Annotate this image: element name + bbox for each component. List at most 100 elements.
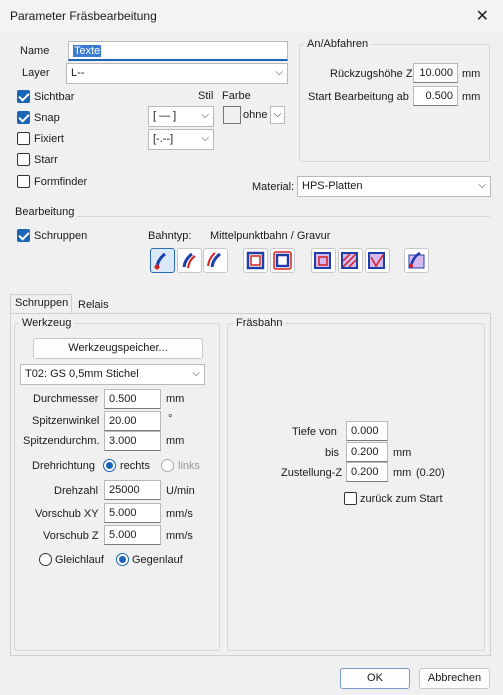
- bahntyp-center-icon[interactable]: [150, 248, 175, 273]
- spitzenwinkel-input[interactable]: 20.00: [104, 411, 161, 431]
- stil-select-1-value: [ — ]: [153, 110, 177, 122]
- contour-outside-icon[interactable]: [270, 248, 295, 273]
- spitzenwinkel-unit: °: [168, 413, 173, 425]
- bahntyp-right-icon[interactable]: [203, 248, 228, 273]
- drehzahl-label: Drehzahl: [54, 485, 99, 497]
- zurueck-checkbox[interactable]: [344, 492, 357, 505]
- werkzeug-title: Werkzeug: [19, 317, 75, 329]
- vorschub-xy-input[interactable]: 5.000: [104, 503, 161, 523]
- engrave-fill-icon[interactable]: [404, 248, 429, 273]
- farbe-label: Farbe: [222, 90, 251, 102]
- zurueck-label: zurück zum Start: [360, 493, 443, 505]
- startbearb-unit: mm: [462, 91, 481, 103]
- formfinder-label: Formfinder: [34, 176, 88, 188]
- snap-checkbox[interactable]: [17, 111, 30, 124]
- werkzeugspeicher-button[interactable]: Werkzeugspeicher...: [33, 338, 203, 359]
- schruppen-checkbox[interactable]: [17, 229, 30, 242]
- farbe-swatch[interactable]: [223, 106, 241, 124]
- links-radio[interactable]: [161, 459, 174, 472]
- gegenlauf-label: Gegenlauf: [132, 554, 183, 566]
- close-icon[interactable]: ✕: [476, 6, 489, 26]
- startbearb-input[interactable]: 0.500: [413, 86, 458, 106]
- vorschub-xy-label: Vorschub XY: [35, 508, 99, 520]
- bahntyp-value: Mittelpunktbahn / Gravur: [210, 230, 331, 242]
- bis-unit: mm: [393, 447, 412, 459]
- bis-input[interactable]: 0.200: [346, 442, 388, 462]
- fraesbahn-group: [227, 323, 485, 651]
- durchmesser-label: Durchmesser: [33, 393, 99, 405]
- spitzendurchm-unit: mm: [166, 435, 185, 447]
- spitzendurchm-label: Spitzendurchm.: [23, 435, 100, 447]
- rueckzug-unit: mm: [462, 68, 481, 80]
- stil-label: Stil: [198, 90, 214, 102]
- farbe-value: ohne: [243, 109, 268, 121]
- starr-label: Starr: [34, 154, 58, 166]
- rueckzug-input[interactable]: 10.000: [413, 63, 458, 83]
- bearbeitung-title: Bearbeitung: [12, 206, 78, 218]
- chevron-down-icon: ⌵: [201, 110, 209, 121]
- chevron-down-icon: ⌵: [275, 67, 283, 78]
- tool-select[interactable]: T02: GS 0,5mm Stichel ⌵: [20, 364, 205, 385]
- starr-checkbox[interactable]: [17, 153, 30, 166]
- durchmesser-unit: mm: [166, 393, 185, 405]
- chevron-down-icon: ⌵: [478, 180, 486, 191]
- name-input-value: Texte: [73, 45, 102, 57]
- drehrichtung-label: Drehrichtung: [32, 460, 95, 472]
- vorschub-z-label: Vorschub Z: [43, 530, 99, 542]
- bahntyp-left-icon[interactable]: [177, 248, 202, 273]
- stil-select-2[interactable]: [-.--] ⌵: [148, 129, 214, 150]
- tool-select-value: T02: GS 0,5mm Stichel: [25, 368, 139, 380]
- zustellung-label: Zustellung-Z: [281, 467, 343, 479]
- anabfahren-group: [299, 44, 490, 162]
- sichtbar-checkbox[interactable]: [17, 90, 30, 103]
- chevron-down-icon: ⌵: [273, 109, 282, 120]
- anabfahren-title: An/Abfahren: [304, 38, 372, 50]
- zustellung-input[interactable]: 0.200: [346, 462, 388, 482]
- gleichlauf-radio[interactable]: [39, 553, 52, 566]
- rueckzug-label: Rückzugshöhe Z: [330, 68, 413, 80]
- rechts-label: rechts: [120, 460, 150, 472]
- tab-relais[interactable]: Relais: [78, 299, 109, 311]
- layer-select-value: L--: [71, 67, 85, 79]
- zustellung-unit: mm: [393, 467, 412, 479]
- tiefe-von-label: Tiefe von: [292, 426, 337, 438]
- bahntyp-label: Bahntyp:: [148, 230, 192, 242]
- fixiert-checkbox[interactable]: [17, 132, 30, 145]
- material-select[interactable]: HPS-Platten ⌵: [297, 176, 491, 197]
- ok-button[interactable]: OK: [340, 668, 410, 689]
- rechts-radio[interactable]: [103, 459, 116, 472]
- gleichlauf-label: Gleichlauf: [55, 554, 104, 566]
- schruppen-label: Schruppen: [34, 230, 88, 242]
- window-title: Parameter Fräsbearbeitung: [10, 9, 157, 23]
- durchmesser-input[interactable]: 0.500: [104, 389, 161, 409]
- vorschub-z-input[interactable]: 5.000: [104, 525, 161, 545]
- bis-label: bis: [325, 447, 340, 459]
- vorschub-xy-unit: mm/s: [166, 508, 193, 520]
- name-input[interactable]: Texte: [68, 41, 288, 61]
- stil-select-2-value: [-.--]: [153, 133, 174, 145]
- drehzahl-input[interactable]: 25000: [104, 480, 161, 500]
- pocket-restmaterial-icon[interactable]: [365, 248, 390, 273]
- layer-select[interactable]: L-- ⌵: [66, 63, 288, 84]
- pocket-offset-icon[interactable]: [311, 248, 336, 273]
- fraesbahn-title: Fräsbahn: [233, 317, 286, 329]
- spitzenwinkel-label: Spitzenwinkel: [32, 415, 100, 427]
- abbrechen-button[interactable]: Abbrechen: [419, 668, 490, 689]
- pocket-hatch-icon[interactable]: [338, 248, 363, 273]
- contour-inside-icon[interactable]: [243, 248, 268, 273]
- material-select-value: HPS-Platten: [302, 180, 363, 192]
- gegenlauf-radio[interactable]: [116, 553, 129, 566]
- formfinder-checkbox[interactable]: [17, 175, 30, 188]
- chevron-down-icon: ⌵: [192, 368, 200, 379]
- tab-schruppen-label: Schruppen: [15, 297, 69, 309]
- vorschub-z-unit: mm/s: [166, 530, 193, 542]
- spitzendurchm-input[interactable]: 3.000: [104, 431, 161, 451]
- material-label: Material:: [252, 181, 295, 193]
- fixiert-label: Fixiert: [34, 133, 64, 145]
- stil-select-1[interactable]: [ — ] ⌵: [148, 106, 214, 127]
- name-label: Name: [20, 45, 50, 57]
- tiefe-von-input[interactable]: 0.000: [346, 421, 388, 441]
- sichtbar-label: Sichtbar: [34, 91, 75, 103]
- farbe-dropdown[interactable]: ⌵: [270, 106, 285, 124]
- zustellung-extra: (0.20): [416, 467, 445, 479]
